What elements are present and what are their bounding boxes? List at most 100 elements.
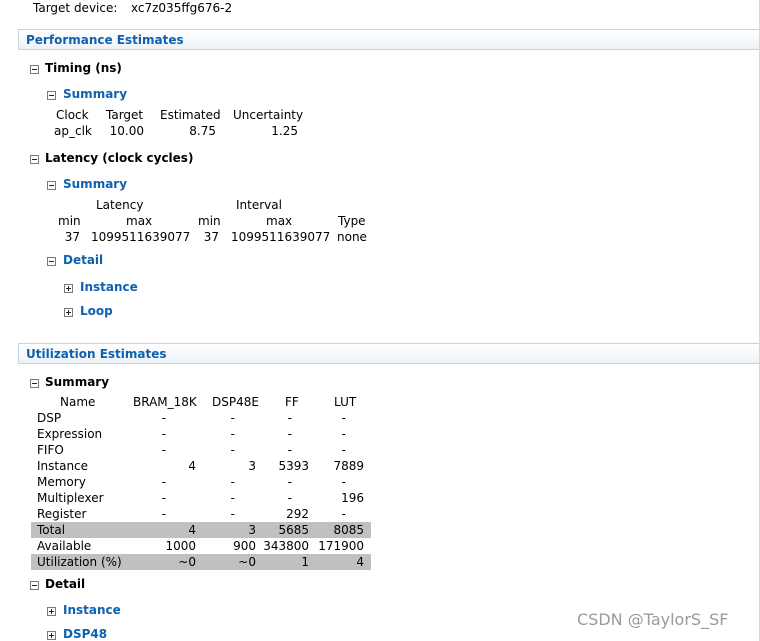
col-header-dsp48e: DSP48E: [212, 395, 259, 409]
col-header-lut: LUT: [334, 395, 357, 409]
col-header-name: Name: [60, 395, 96, 409]
available-cell-ff: 343800: [263, 539, 309, 553]
utilization-percent-cell-dsp48e: ~0: [238, 555, 256, 569]
utilization-estimates-header[interactable]: Utilization Estimates: [18, 343, 760, 364]
available-cell-lut: 171900: [318, 539, 364, 553]
utilization-detail-dsp48-link[interactable]: DSP48: [63, 627, 107, 641]
detail-instance-link[interactable]: Instance: [80, 280, 138, 294]
table-cell-lut: -: [341, 411, 346, 425]
utilization-detail-title: Detail: [45, 577, 86, 591]
utilization-detail-toggle-icon[interactable]: [30, 581, 39, 590]
utilization-percent-row-name: Utilization (%): [37, 555, 122, 569]
table-cell-dsp48e: -: [230, 427, 235, 441]
table-cell-ff: -: [287, 475, 292, 489]
target-device-label: Target device:: [33, 1, 118, 15]
available-cell-bram: 1000: [165, 539, 196, 553]
table-cell-dsp48e: -: [230, 475, 235, 489]
latency-cell-max: 1099511639077: [91, 230, 191, 244]
utilization-detail-instance-link[interactable]: Instance: [63, 603, 121, 617]
utilization-summary-title: Summary: [45, 375, 110, 389]
col-header-estimated: Estimated: [160, 108, 221, 122]
total-cell-bram: 4: [188, 523, 196, 537]
interval-cell-max: 1099511639077: [231, 230, 331, 244]
table-row-name: Multiplexer: [37, 491, 104, 505]
utilization-percent-cell-lut: 4: [356, 555, 364, 569]
latency-summary-title[interactable]: Summary: [63, 177, 127, 191]
performance-estimates-header[interactable]: Performance Estimates: [18, 29, 760, 50]
col-header-latency-max: max: [126, 214, 153, 228]
table-cell-ff: 5393: [278, 459, 309, 473]
detail-loop-link[interactable]: Loop: [80, 304, 113, 318]
table-cell-lut: 196: [341, 491, 364, 505]
table-row-name: Register: [37, 507, 87, 521]
performance-estimates-title: Performance Estimates: [26, 33, 184, 47]
col-header-type: Type: [338, 214, 366, 228]
table-cell-ff: -: [287, 491, 292, 505]
table-cell-ff: -: [287, 427, 292, 441]
available-cell-dsp48e: 900: [233, 539, 256, 553]
col-header-ff: FF: [285, 395, 299, 409]
group-header-latency: Latency: [96, 198, 144, 212]
utilization-detail-dsp48-expand-icon[interactable]: [47, 631, 56, 640]
interval-cell-min: 37: [203, 230, 219, 244]
table-row-name: Instance: [37, 459, 89, 473]
table-cell-bram: -: [161, 427, 166, 441]
total-cell-dsp48e: 3: [248, 523, 256, 537]
timing-cell-estimated: 8.75: [189, 124, 216, 138]
total-row-name: Total: [37, 523, 66, 537]
table-cell-lut: -: [341, 427, 346, 441]
utilization-detail-instance-expand-icon[interactable]: [47, 607, 56, 616]
col-header-bram: BRAM_18K: [133, 395, 197, 409]
detail-instance-expand-icon[interactable]: [64, 284, 73, 293]
table-cell-ff: 292: [286, 507, 309, 521]
table-cell-bram: -: [161, 443, 166, 457]
table-cell-dsp48e: 3: [248, 459, 256, 473]
latency-detail-toggle-icon[interactable]: [47, 257, 56, 266]
table-cell-bram: -: [161, 475, 166, 489]
utilization-summary-toggle-icon[interactable]: [30, 379, 39, 388]
col-header-target: Target: [106, 108, 144, 122]
table-cell-lut: -: [341, 443, 346, 457]
utilization-percent-cell-ff: 1: [301, 555, 309, 569]
col-header-interval-min: min: [198, 214, 221, 228]
latency-title: Latency (clock cycles): [45, 151, 194, 165]
latency-detail-title[interactable]: Detail: [63, 253, 103, 267]
timing-cell-target: 10.00: [109, 124, 144, 138]
table-cell-bram: -: [161, 491, 166, 505]
col-header-latency-min: min: [58, 214, 81, 228]
table-cell-bram: 4: [188, 459, 196, 473]
col-header-interval-max: max: [266, 214, 293, 228]
timing-collapse-toggle-icon[interactable]: [30, 65, 39, 74]
col-header-uncertainty: Uncertainty: [233, 108, 304, 122]
utilization-estimates-title: Utilization Estimates: [26, 347, 167, 361]
timing-summary-toggle-icon[interactable]: [47, 91, 56, 100]
group-header-interval: Interval: [236, 198, 282, 212]
total-cell-lut: 8085: [333, 523, 364, 537]
detail-loop-expand-icon[interactable]: [64, 308, 73, 317]
timing-cell-uncertainty: 1.25: [271, 124, 298, 138]
table-cell-dsp48e: -: [230, 507, 235, 521]
timing-cell-clock: ap_clk: [54, 124, 92, 138]
timing-summary-title[interactable]: Summary: [63, 87, 127, 101]
target-device-value: xc7z035ffg676-2: [131, 1, 233, 15]
table-cell-dsp48e: -: [230, 411, 235, 425]
table-cell-lut: -: [341, 475, 346, 489]
timing-title: Timing (ns): [45, 61, 122, 75]
table-row-name: Memory: [37, 475, 86, 489]
table-row-name: Expression: [37, 427, 103, 441]
latency-cell-min: 37: [64, 230, 80, 244]
table-row-name: FIFO: [37, 443, 64, 457]
table-cell-lut: 7889: [333, 459, 364, 473]
total-cell-ff: 5685: [278, 523, 309, 537]
table-cell-bram: -: [161, 507, 166, 521]
type-cell: none: [337, 230, 367, 244]
latency-summary-toggle-icon[interactable]: [47, 181, 56, 190]
table-cell-dsp48e: -: [230, 491, 235, 505]
utilization-percent-cell-bram: ~0: [178, 555, 196, 569]
table-cell-bram: -: [161, 411, 166, 425]
latency-collapse-toggle-icon[interactable]: [30, 155, 39, 164]
table-cell-dsp48e: -: [230, 443, 235, 457]
table-cell-ff: -: [287, 411, 292, 425]
available-row-name: Available: [37, 539, 92, 553]
table-cell-ff: -: [287, 443, 292, 457]
